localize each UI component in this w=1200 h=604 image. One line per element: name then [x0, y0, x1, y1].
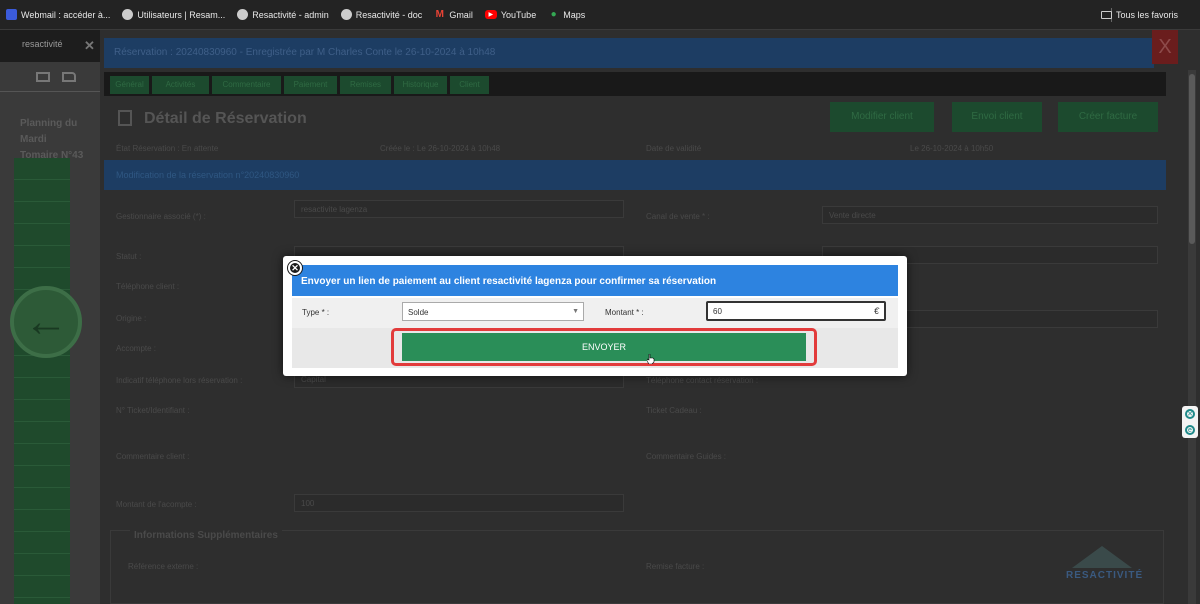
hand-cursor-icon: [647, 354, 655, 364]
currency-symbol: €: [873, 306, 879, 316]
tab-historique[interactable]: Historique: [394, 76, 448, 94]
indicatif-label: Indicatif téléphone lors réservation :: [116, 376, 243, 385]
webmail-icon: [6, 9, 17, 20]
bookmark-label: Resactivité - admin: [252, 9, 329, 20]
montant-label: Montant * :: [605, 308, 644, 317]
calendar-icon: [118, 110, 132, 126]
bookmark-label: Webmail : accéder à...: [21, 9, 111, 20]
commentaire-guide-label: Commentaire Guides :: [646, 452, 727, 461]
tabs-bar: Général Activités Commentaire Paiement R…: [104, 72, 1166, 96]
validity-value: Le 26-10-2024 à 10h50: [910, 144, 994, 153]
bookmark-label: Gmail: [449, 9, 473, 20]
side-widget[interactable]: ✕ e: [1182, 406, 1198, 438]
close-reservation-icon[interactable]: X: [1152, 30, 1178, 64]
mountain-icon: [1072, 546, 1132, 568]
type-select-value: Solde: [408, 308, 429, 317]
folder-icon: [1100, 11, 1112, 19]
tab-client[interactable]: Client: [450, 76, 490, 94]
statut-label: Statut :: [116, 252, 142, 261]
modal-title: Envoyer un lien de paiement au client re…: [292, 265, 898, 296]
ticket-label: N° Ticket/Identifiant :: [116, 406, 190, 415]
planning-title: Planning du Mardi Tomaire N°43: [20, 116, 100, 164]
tab-paiement[interactable]: Paiement: [284, 76, 338, 94]
globe-icon: [237, 9, 249, 20]
reservation-header: Réservation : 20240830960 - Enregistrée …: [104, 38, 1154, 68]
sidebar-tools: [0, 62, 100, 92]
bookmark-maps[interactable]: ● Maps: [548, 9, 586, 20]
modify-client-button[interactable]: Modifier client: [830, 102, 934, 132]
globe-icon: [340, 9, 352, 20]
montant-value: 60: [713, 307, 722, 316]
monitor-icon[interactable]: [36, 72, 50, 82]
widget-help-icon[interactable]: e: [1185, 425, 1195, 435]
bookmark-resactivite-doc[interactable]: Resactivité - doc: [340, 9, 423, 20]
modal-footer: ENVOYER: [292, 328, 898, 368]
montant-acompte-label: Montant de l'acompte :: [116, 500, 197, 509]
bookmark-label: YouTube: [500, 9, 537, 20]
type-select[interactable]: Solde ▼: [402, 302, 584, 321]
scrollbar-thumb[interactable]: [1189, 74, 1195, 244]
gestionnaire-field[interactable]: resactivite lagenza: [294, 200, 624, 218]
tab-commentaire[interactable]: Commentaire: [212, 76, 282, 94]
bookmark-webmail[interactable]: Webmail : accéder à...: [6, 9, 110, 20]
bookmark-label: Maps: [563, 9, 586, 20]
tab-remises[interactable]: Remises: [340, 76, 392, 94]
reservation-state: État Réservation : En attente: [116, 144, 219, 153]
close-icon[interactable]: ✕: [84, 38, 95, 54]
modal-form-row: Type * : Solde ▼ Montant * : 60 €: [292, 298, 898, 328]
chevron-down-icon: ▼: [572, 308, 579, 315]
bookmark-youtube[interactable]: ▶ YouTube: [484, 9, 537, 20]
remise-label: Remise facture :: [646, 562, 705, 571]
montant-input[interactable]: 60 €: [706, 301, 886, 321]
extra-info-title: Informations Supplémentaires: [130, 530, 282, 541]
planning-line-1: Planning du Mardi: [20, 118, 78, 145]
page-title: Détail de Réservation: [144, 110, 307, 127]
validity-label: Date de validité: [646, 144, 702, 153]
planning-column: [14, 158, 70, 604]
create-invoice-button[interactable]: Créer facture: [1058, 102, 1158, 132]
send-client-button[interactable]: Envoi client: [952, 102, 1042, 132]
montant-acompte-field[interactable]: 100: [294, 494, 624, 512]
telephone-contact-label: Téléphone contact réservation :: [646, 376, 759, 385]
extra-info-fieldset: [110, 530, 1164, 604]
wrench-icon[interactable]: [62, 72, 76, 82]
canal-select[interactable]: Vente directe: [822, 206, 1158, 224]
send-button[interactable]: ENVOYER: [402, 333, 806, 361]
back-arrow-icon[interactable]: ←: [10, 286, 82, 358]
canal-label: Canal de vente * :: [646, 212, 710, 221]
bookmark-label: Utilisateurs | Resam...: [137, 9, 226, 20]
youtube-icon: ▶: [484, 10, 497, 19]
tab-general[interactable]: Général: [110, 76, 150, 94]
commentaire-label: Commentaire client :: [116, 452, 190, 461]
bookmark-utilisateurs[interactable]: Utilisateurs | Resam...: [122, 9, 225, 20]
gestionnaire-label: Gestionnaire associé (*) :: [116, 212, 206, 221]
type-label: Type * :: [302, 308, 330, 317]
bookmark-label: Resactivité - doc: [355, 9, 423, 20]
created-at: Créée le : Le 26-10-2024 à 10h48: [380, 144, 501, 153]
tab-activites[interactable]: Activités: [152, 76, 210, 94]
modal-close-icon[interactable]: ✕: [288, 261, 302, 275]
accompte-label: Accompte :: [116, 344, 157, 353]
reference-label: Référence externe :: [128, 562, 199, 571]
globe-icon: [122, 9, 134, 20]
payment-link-modal: Envoyer un lien de paiement au client re…: [283, 256, 907, 376]
bookmark-resactivite-admin[interactable]: Resactivité - admin: [237, 9, 329, 20]
logo-text: RESACTIVITÉ: [1066, 570, 1144, 581]
modification-band: Modification de la réservation n°2024083…: [104, 160, 1166, 190]
origine-label: Origine :: [116, 314, 147, 323]
left-sidebar: resactivité ✕ Planning du Mardi Tomaire …: [0, 30, 100, 604]
bookmarks-bar: Webmail : accéder à... Utilisateurs | Re…: [0, 0, 1200, 30]
gmail-icon: M: [435, 9, 444, 20]
all-favorites[interactable]: Tous les favoris: [1100, 0, 1178, 30]
telephone-label: Téléphone client :: [116, 282, 180, 291]
ticket-cadeau-label: Ticket Cadeau :: [646, 406, 702, 415]
widget-close-icon[interactable]: ✕: [1185, 409, 1195, 419]
resactivite-logo: RESACTIVITÉ: [1066, 546, 1142, 586]
bookmark-gmail[interactable]: M Gmail: [434, 9, 473, 20]
maps-icon: ●: [550, 9, 557, 20]
all-favorites-label: Tous les favoris: [1115, 10, 1178, 20]
